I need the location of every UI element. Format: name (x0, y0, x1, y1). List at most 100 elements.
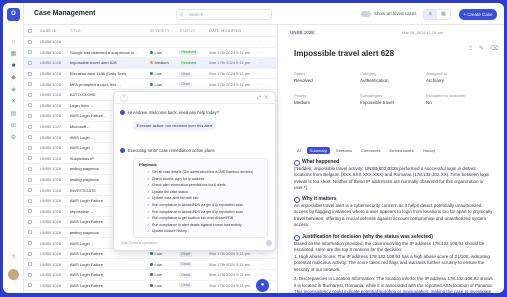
tab-sessions[interactable]: Sessions (333, 147, 355, 154)
row-checkbox[interactable] (27, 198, 32, 203)
row-checkbox[interactable] (27, 103, 32, 108)
playbook-step: ✓ Get all case details (Get alerts about … (147, 170, 254, 174)
field-value[interactable]: Resolved (294, 78, 313, 83)
chat-input[interactable]: Ask Gowl a question (118, 238, 273, 248)
chat-fab-icon[interactable]: ● (256, 279, 269, 292)
row-checkbox[interactable] (27, 156, 32, 161)
integrations-icon[interactable]: ⊞ (10, 123, 17, 129)
row-checkbox[interactable] (27, 113, 32, 118)
tab-ai[interactable]: AI (294, 147, 304, 154)
row-checkbox[interactable] (27, 92, 32, 97)
more-icon[interactable]: ⋯ (259, 251, 277, 256)
tab-summary[interactable]: Summary (306, 147, 330, 154)
field-value[interactable]: No (426, 100, 432, 105)
close-icon[interactable]: ✕ (264, 95, 271, 101)
col-status[interactable]: STATUS (179, 29, 209, 33)
dashboard-icon[interactable]: ▦ (10, 51, 17, 57)
more-icon[interactable]: ⋯ (259, 50, 277, 55)
more-icon[interactable]: ⋯ (259, 60, 277, 65)
delete-icon[interactable]: ⌫ (490, 46, 504, 52)
row-checkbox[interactable] (27, 262, 32, 267)
table-row[interactable]: UNSB 1028 AWS Login Failure Low Dead Mar… (24, 270, 277, 281)
field-value[interactable]: Medium (294, 100, 310, 105)
avatar[interactable] (8, 269, 19, 280)
reports-icon[interactable]: ▤ (10, 111, 17, 117)
row-title: Impossible travel alert 628 (69, 60, 117, 66)
shield-icon[interactable]: ◈ (10, 87, 17, 93)
row-checkbox[interactable] (27, 283, 32, 288)
table-row[interactable]: UNSB 1028 Elevation alert 1188 (Daily Te… (24, 69, 277, 80)
row-severity (150, 40, 180, 43)
row-checkbox[interactable] (27, 39, 32, 44)
more-icon[interactable]: ⋯ (259, 82, 277, 87)
severity-dot (149, 82, 153, 86)
tab-comments[interactable]: Comments (358, 147, 383, 154)
table-row[interactable]: UNSB 1028 ⋯ (24, 37, 277, 48)
more-icon[interactable]: ⋯ (259, 272, 277, 277)
grid-view-icon[interactable]: ▦ (437, 10, 450, 19)
row-checkbox[interactable] (27, 272, 32, 277)
row-checkbox[interactable] (27, 209, 32, 214)
row-checkbox[interactable] (27, 71, 32, 76)
assistant-chat-panel: ⤢✕ Hi Andrew. Welcome back, need any hel… (113, 91, 277, 251)
table-row[interactable]: UNSB 1028 AWS Login Failure Low Dead Mar… (24, 281, 277, 292)
row-checkbox[interactable] (27, 60, 32, 65)
share-icon[interactable]: ⇪ (468, 46, 479, 52)
more-icon[interactable]: ⋯ (259, 39, 277, 44)
row-status: Dead (179, 251, 209, 257)
playbook-step: ✓ Check alert information permissions lis… (147, 183, 226, 188)
more-icon[interactable]: ⋯ (259, 71, 277, 76)
row-case-id: UNSB 1028 (39, 219, 62, 225)
tools-icon[interactable]: ✕ (10, 99, 17, 105)
row-checkbox[interactable] (27, 219, 32, 224)
row-checkbox[interactable] (27, 135, 32, 140)
table-row[interactable]: UNSB 1028 AWS Login Failure Low Dead Mar… (24, 259, 277, 271)
create-case-button[interactable]: + Create Case (459, 9, 497, 20)
row-checkbox[interactable] (27, 145, 32, 150)
row-checkbox[interactable] (27, 177, 32, 182)
alerts-icon[interactable]: ◆ (10, 75, 17, 81)
tab-history[interactable]: History (420, 147, 438, 154)
row-checkbox[interactable] (27, 241, 32, 246)
row-checkbox[interactable] (27, 50, 32, 55)
archived-toggle[interactable] (361, 11, 371, 17)
search-input[interactable]: ⌕ Search (176, 9, 272, 20)
playbook-step: ✓ Run compliance to AbuseIPDB via get & i… (147, 209, 243, 214)
settings-icon[interactable]: ⚙ (10, 135, 17, 141)
cases-icon[interactable]: ■ (10, 63, 17, 69)
field-value[interactable]: Authentication (360, 78, 389, 83)
app-window: O ⌂ ▦ ■ ◆ ◈ ✕ ▤ ⊞ ⚙ ? Case Management ⌕ S… (3, 3, 504, 293)
col-severity[interactable]: SEVERITY (150, 29, 180, 33)
playbook-step: ✓ Run compliance to AbuseIPDB via get & i… (147, 203, 243, 207)
field-value[interactable]: Impossible travel (360, 100, 394, 105)
row-case-id: UNSB 1028 (39, 49, 62, 55)
view-switcher[interactable]: ≡ ▦ (423, 9, 451, 20)
row-checkbox[interactable] (27, 230, 32, 235)
field-label: Escalated to customer (426, 93, 466, 98)
logo-icon[interactable]: O (7, 8, 20, 21)
collapse-chat-icon[interactable]: ⌃ (120, 94, 128, 102)
row-checkbox[interactable] (27, 82, 32, 87)
edit-icon[interactable]: ✎ (479, 46, 490, 52)
table-row[interactable]: UNSB 1028 Impossible travel alert 628 Me… (24, 58, 277, 69)
row-checkbox[interactable] (27, 188, 32, 193)
list-view-icon[interactable]: ≡ (424, 10, 437, 19)
col-title[interactable]: TITLE (70, 29, 150, 33)
tab-embed-cases[interactable]: Embed cases (386, 147, 416, 154)
home-icon[interactable]: ⌂ (10, 39, 17, 45)
why-matters-heading: Why it matters (294, 196, 494, 203)
row-checkbox[interactable] (27, 124, 32, 129)
select-all-checkbox[interactable] (27, 28, 32, 33)
col-case-id[interactable]: CASE ID (36, 29, 70, 33)
col-date[interactable]: DATE MODIFIED (209, 29, 259, 33)
help-icon[interactable]: ? (10, 255, 17, 261)
row-checkbox[interactable] (27, 251, 32, 256)
table-row[interactable]: UNSB 1028 MFA prompted a user, this ... … (24, 79, 277, 90)
more-icon[interactable]: ⋯ (259, 262, 277, 267)
row-checkbox[interactable] (27, 166, 32, 171)
send-icon[interactable] (266, 240, 272, 246)
row-case-id: UNSB 1028 (39, 187, 62, 193)
chat-header-icons: ⤢✕ (257, 95, 271, 101)
field-value[interactable]: Archiarry (426, 78, 444, 83)
table-row[interactable]: UNSB 1028 Google has detected a suspicio… (24, 48, 277, 59)
